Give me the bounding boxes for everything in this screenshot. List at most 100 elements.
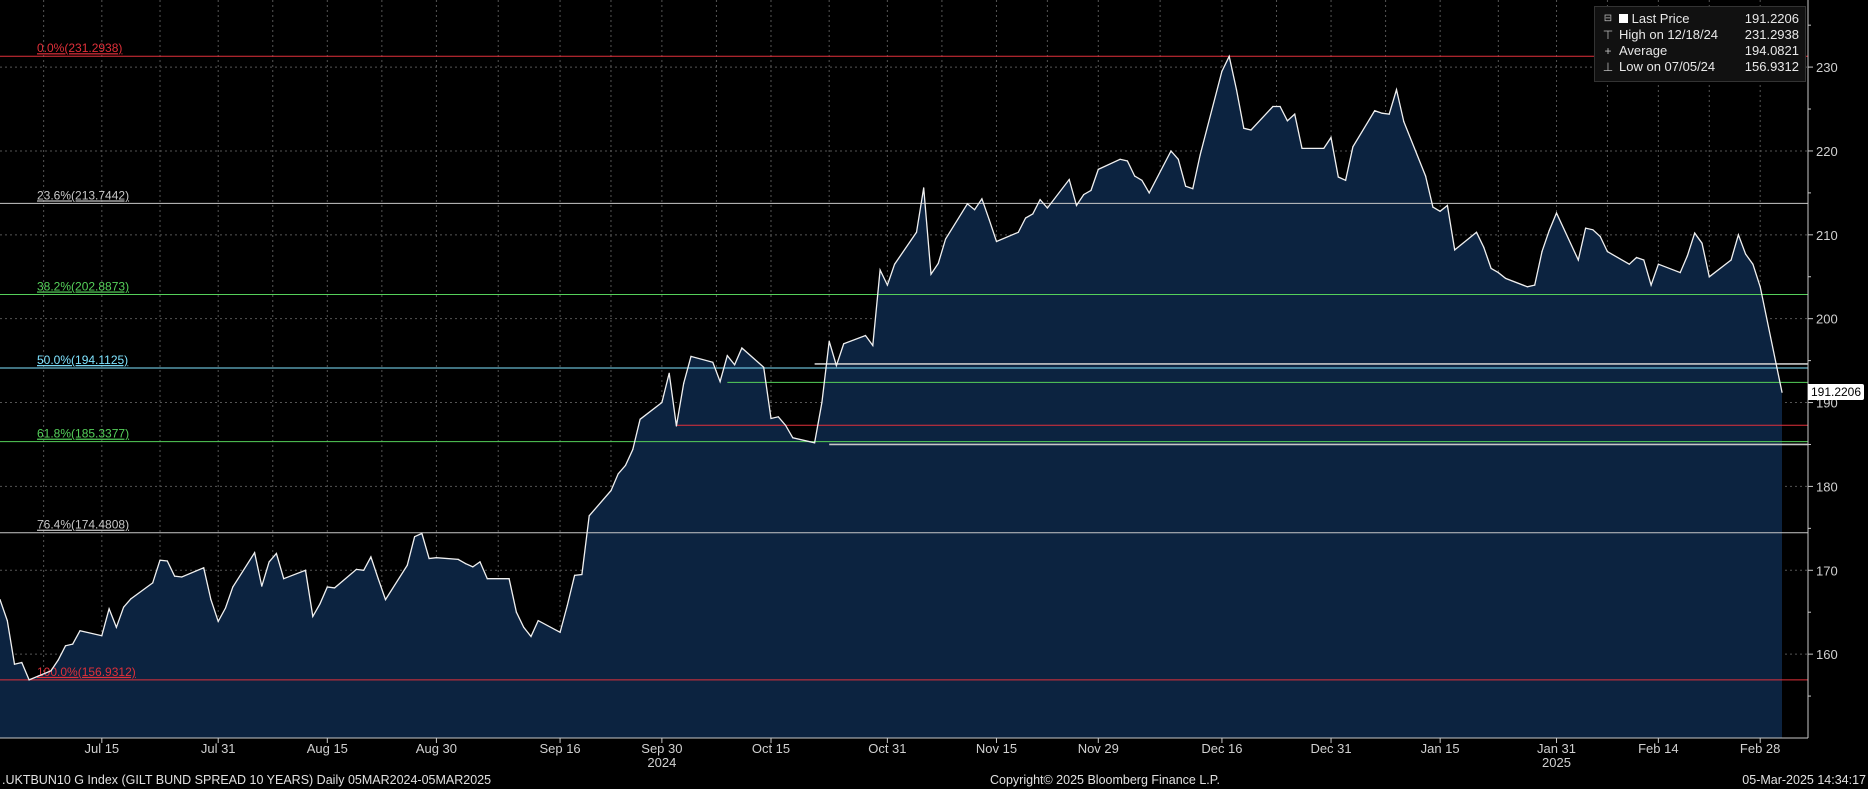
data-point xyxy=(1475,231,1478,233)
x-tick-label: Nov 15 xyxy=(976,741,1017,756)
data-point xyxy=(726,355,728,357)
data-point xyxy=(21,661,23,664)
price-chart: 0.0%(231.2938) 23.6%(213.7442) 38.2%(202.8… xyxy=(0,0,1868,772)
data-point xyxy=(1701,242,1703,244)
data-point xyxy=(675,425,678,427)
data-point xyxy=(864,334,867,337)
data-point xyxy=(835,365,838,367)
data-point xyxy=(639,418,641,420)
y-tick-label: 220 xyxy=(1816,144,1838,159)
data-point xyxy=(566,604,568,607)
data-point xyxy=(843,343,845,345)
data-point xyxy=(1250,129,1252,131)
low-marker-icon: ⊥ xyxy=(1602,60,1614,74)
fib-level-label: 0.0%(231.2938) xyxy=(37,41,122,55)
legend-label: Low on 07/05/24 xyxy=(1619,59,1716,74)
data-point xyxy=(6,620,8,622)
data-point xyxy=(1279,105,1281,108)
data-point xyxy=(1781,391,1783,393)
legend-item-low: ⊥ Low on 07/05/24 156.9312 xyxy=(1599,59,1799,75)
data-point xyxy=(559,631,561,633)
data-point xyxy=(174,575,176,577)
data-point xyxy=(28,679,30,681)
data-point xyxy=(152,582,154,584)
data-point xyxy=(377,578,379,580)
data-point xyxy=(1068,178,1070,181)
data-point xyxy=(64,645,67,647)
y-tick-label: 210 xyxy=(1816,228,1838,243)
fib-level-label: 38.2%(202.8873) xyxy=(37,279,129,293)
data-point xyxy=(945,238,947,240)
x-tick-label: Oct 15 xyxy=(752,741,790,756)
year-label: 2024 xyxy=(647,755,676,770)
data-point xyxy=(224,607,227,609)
data-point xyxy=(574,574,576,576)
data-point xyxy=(1235,89,1238,91)
data-point xyxy=(1483,246,1485,248)
data-point xyxy=(683,382,685,384)
data-point xyxy=(130,598,132,600)
data-point xyxy=(254,552,256,554)
data-point xyxy=(923,187,925,189)
data-point xyxy=(1628,263,1630,265)
y-tick-label: 170 xyxy=(1816,563,1838,578)
data-point xyxy=(741,347,743,349)
data-point xyxy=(50,670,52,672)
data-point xyxy=(1432,206,1434,208)
data-point xyxy=(821,401,823,404)
data-point xyxy=(1272,105,1274,108)
data-point xyxy=(661,401,663,404)
data-point xyxy=(719,381,721,383)
legend-value: 156.9312 xyxy=(1744,59,1799,74)
legend-item-last-price[interactable]: ⊟ Last Price 191.2206 xyxy=(1599,11,1799,27)
data-point xyxy=(1650,284,1652,286)
data-point xyxy=(872,344,874,347)
data-point xyxy=(1090,189,1092,191)
data-point xyxy=(1352,146,1354,148)
legend-toggle-icon[interactable]: ⊟ xyxy=(1601,11,1615,27)
x-tick-label: Sep 16 xyxy=(539,741,580,756)
data-point xyxy=(1323,147,1325,149)
fib-level-label: 61.8%(185.3377) xyxy=(37,427,129,441)
data-point xyxy=(261,585,263,587)
data-point xyxy=(1294,113,1296,115)
data-point xyxy=(457,558,459,561)
data-point xyxy=(1745,253,1747,255)
data-point xyxy=(283,578,285,580)
data-point xyxy=(1752,263,1754,265)
last-price-tag: 191.2206 xyxy=(1808,384,1864,400)
x-tick-label: Aug 30 xyxy=(416,741,457,756)
data-point xyxy=(668,372,670,374)
data-point xyxy=(763,366,765,368)
x-tick-label: Nov 29 xyxy=(1078,741,1119,756)
data-point xyxy=(1017,231,1019,233)
data-point xyxy=(1097,168,1099,170)
data-point xyxy=(123,606,125,608)
data-point xyxy=(166,560,168,562)
data-point xyxy=(523,626,525,628)
data-point xyxy=(72,643,74,645)
data-point xyxy=(1737,234,1739,236)
data-point xyxy=(508,578,510,580)
data-point xyxy=(217,620,219,623)
legend-item-average: + Average 194.0821 xyxy=(1599,43,1799,59)
data-point xyxy=(319,603,321,605)
data-point xyxy=(1126,160,1128,162)
x-tick-label: Aug 15 xyxy=(307,741,348,756)
data-point xyxy=(930,273,932,275)
legend-value: 231.2938 xyxy=(1744,27,1799,42)
data-point xyxy=(1345,179,1347,181)
data-point xyxy=(1592,229,1594,231)
data-point xyxy=(181,576,183,578)
data-point xyxy=(1585,227,1587,229)
data-point xyxy=(1337,176,1339,178)
data-point xyxy=(464,563,467,565)
data-point xyxy=(268,561,270,563)
data-point xyxy=(414,536,416,538)
data-point xyxy=(384,599,387,601)
x-tick-label: Feb 28 xyxy=(1740,741,1780,756)
data-point xyxy=(515,611,518,613)
data-point xyxy=(1134,175,1136,177)
data-point xyxy=(915,231,918,233)
x-tick-label: Jan 15 xyxy=(1421,741,1460,756)
